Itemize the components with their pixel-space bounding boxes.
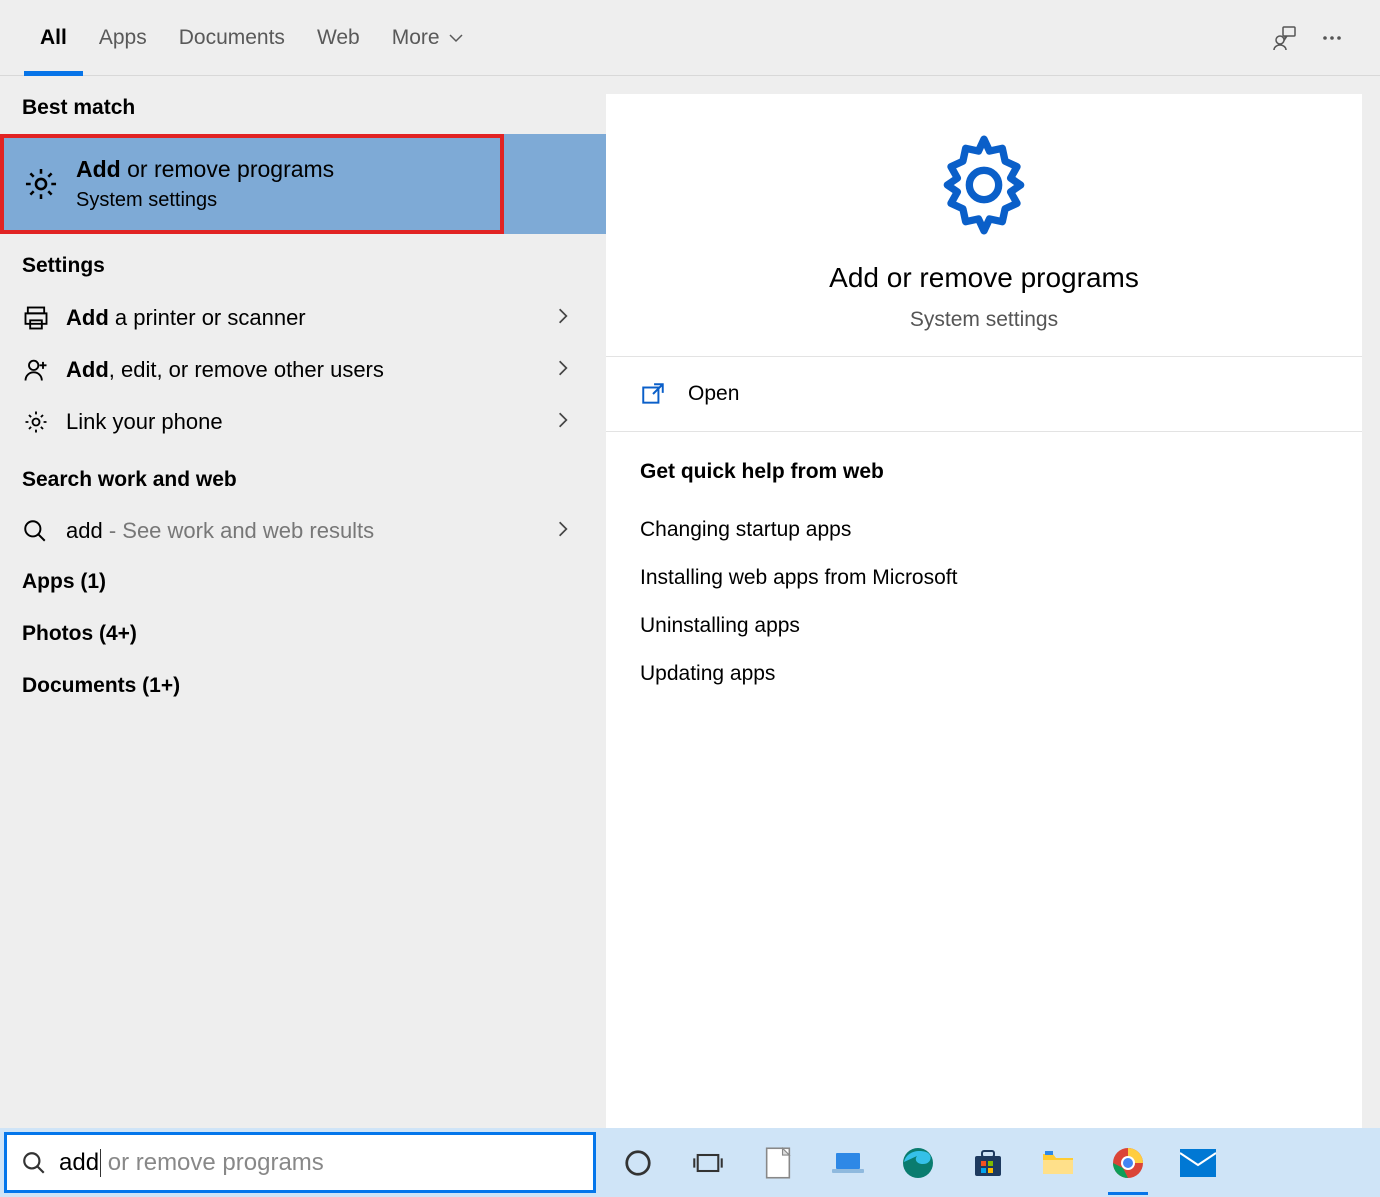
- preview-title: Add or remove programs: [829, 262, 1139, 294]
- results-panel: Best match Add or remove programs System…: [0, 76, 606, 1128]
- gear-icon: [22, 165, 60, 203]
- taskbar-explorer[interactable]: [1036, 1141, 1080, 1185]
- result-text: add - See work and web results: [66, 518, 554, 544]
- help-link-update[interactable]: Updating apps: [640, 650, 1328, 698]
- result-link-phone[interactable]: Link your phone: [0, 396, 606, 448]
- result-text: Add a printer or scanner: [66, 305, 554, 331]
- taskbar-cortana[interactable]: [616, 1141, 660, 1185]
- best-match-label: Best match: [0, 76, 606, 134]
- taskbar-edge[interactable]: [896, 1141, 940, 1185]
- search-icon: [22, 518, 48, 544]
- preview-panel: Add or remove programs System settings O…: [606, 76, 1380, 1128]
- best-match-subtitle: System settings: [76, 189, 482, 212]
- search-web-label: Search work and web: [0, 448, 606, 506]
- help-link-uninstall[interactable]: Uninstalling apps: [640, 602, 1328, 650]
- taskbar-chrome[interactable]: [1106, 1141, 1150, 1185]
- search-icon: [21, 1150, 47, 1176]
- tab-documents[interactable]: Documents: [163, 0, 301, 76]
- result-web-search[interactable]: add - See work and web results: [0, 506, 606, 556]
- edge-icon: [901, 1146, 935, 1180]
- folder-icon: [1041, 1148, 1075, 1178]
- taskbar-libreoffice[interactable]: [756, 1141, 800, 1185]
- help-section: Get quick help from web Changing startup…: [606, 432, 1362, 1128]
- preview-header: Add or remove programs System settings: [606, 94, 1362, 357]
- photos-group-label[interactable]: Photos (4+): [0, 608, 606, 660]
- user-plus-icon: [22, 356, 50, 384]
- taskbar-task-view[interactable]: [686, 1141, 730, 1185]
- taskbar-mail[interactable]: [1176, 1141, 1220, 1185]
- printer-icon: [22, 304, 50, 332]
- more-options-button[interactable]: [1308, 14, 1356, 62]
- search-filter-nav: All Apps Documents Web More: [0, 0, 1380, 76]
- tab-apps[interactable]: Apps: [83, 0, 163, 76]
- document-icon: [764, 1146, 792, 1180]
- result-text: Link your phone: [66, 409, 554, 435]
- help-link-startup[interactable]: Changing startup apps: [640, 506, 1328, 554]
- store-icon: [972, 1147, 1004, 1179]
- taskbar-your-phone[interactable]: [826, 1141, 870, 1185]
- open-icon: [640, 381, 666, 407]
- taskbar: add: [0, 1128, 1380, 1197]
- tab-more[interactable]: More: [376, 0, 480, 76]
- chevron-down-icon: [448, 30, 464, 46]
- chrome-icon: [1111, 1146, 1145, 1180]
- tab-web[interactable]: Web: [301, 0, 376, 76]
- gear-icon: [22, 408, 50, 436]
- search-input[interactable]: [101, 1149, 579, 1177]
- help-title: Get quick help from web: [640, 460, 1328, 484]
- preview-subtitle: System settings: [910, 308, 1058, 332]
- help-link-install[interactable]: Installing web apps from Microsoft: [640, 554, 1328, 602]
- mail-icon: [1180, 1149, 1216, 1177]
- chevron-right-icon: [554, 359, 572, 377]
- documents-group-label[interactable]: Documents (1+): [0, 660, 606, 712]
- ellipsis-icon: [1320, 26, 1344, 50]
- search-value: add: [59, 1149, 101, 1177]
- chevron-right-icon: [554, 520, 572, 538]
- result-add-users[interactable]: Add, edit, or remove other users: [0, 344, 606, 396]
- tab-all[interactable]: All: [24, 0, 83, 76]
- chevron-right-icon: [554, 307, 572, 325]
- cortana-icon: [623, 1148, 653, 1178]
- task-view-icon: [692, 1148, 724, 1178]
- taskbar-store[interactable]: [966, 1141, 1010, 1185]
- result-best-match[interactable]: Add or remove programs System settings: [0, 134, 504, 234]
- gear-large-icon: [929, 130, 1039, 240]
- feedback-button[interactable]: [1260, 14, 1308, 62]
- open-label: Open: [688, 382, 739, 406]
- result-add-printer[interactable]: Add a printer or scanner: [0, 292, 606, 344]
- laptop-icon: [830, 1149, 866, 1177]
- result-text: Add, edit, or remove other users: [66, 357, 554, 383]
- tab-more-label: More: [392, 26, 440, 50]
- best-match-title: Add or remove programs: [76, 156, 482, 183]
- chevron-right-icon: [554, 411, 572, 429]
- taskbar-search-box[interactable]: add: [4, 1132, 596, 1193]
- settings-label: Settings: [0, 234, 606, 292]
- apps-group-label[interactable]: Apps (1): [0, 556, 606, 608]
- feedback-icon: [1270, 24, 1298, 52]
- open-action[interactable]: Open: [606, 357, 1362, 432]
